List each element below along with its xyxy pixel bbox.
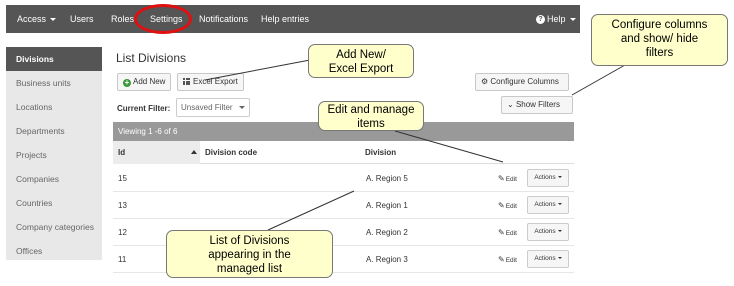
pointer-line [204, 59, 311, 81]
pointer-line [394, 130, 504, 163]
callout-configure: Configure columns and show/ hide filters [591, 14, 728, 66]
callout-text: Edit and manage items [327, 104, 415, 130]
callout-text: Configure columns and show/ hide filters [611, 19, 708, 59]
callout-text: List of Divisions appearing in the manag… [208, 235, 291, 275]
callout-text: Add New/ Excel Export [328, 49, 394, 75]
callout-list: List of Divisions appearing in the manag… [166, 230, 333, 278]
callout-edit-manage: Edit and manage items [318, 101, 424, 131]
callout-add-new: Add New/ Excel Export [308, 44, 414, 78]
pointer-line [571, 64, 626, 96]
pointer-line [267, 190, 355, 231]
